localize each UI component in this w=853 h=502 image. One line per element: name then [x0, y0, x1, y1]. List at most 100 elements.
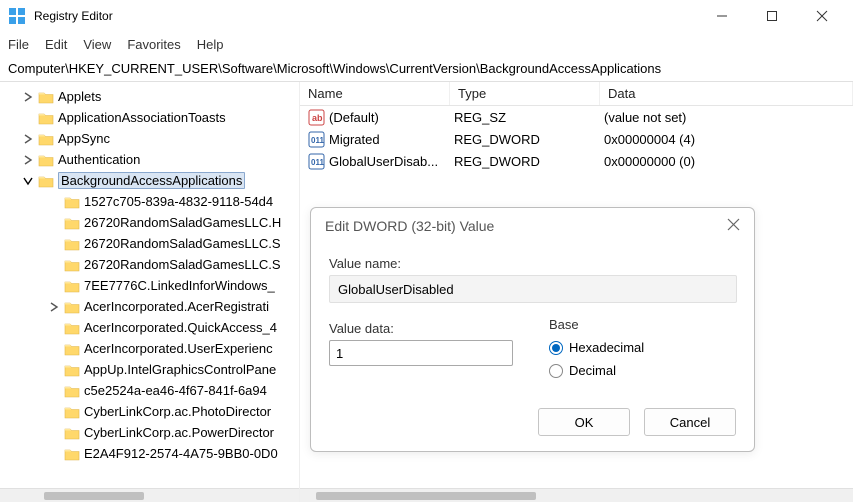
value-name: (Default) [329, 110, 379, 125]
menu-view[interactable]: View [83, 37, 111, 52]
list-row[interactable]: 011 Migrated REG_DWORD0x00000004 (4) [300, 128, 853, 150]
tree-item[interactable]: AcerIncorporated.AcerRegistrati [8, 296, 299, 317]
folder-icon [64, 300, 80, 314]
maximize-button[interactable] [765, 9, 779, 23]
scrollbar-horizontal[interactable] [0, 488, 299, 502]
ok-button[interactable]: OK [538, 408, 630, 436]
tree-item-label: BackgroundAccessApplications [58, 172, 245, 189]
tree-item[interactable]: CyberLinkCorp.ac.PowerDirector [8, 422, 299, 443]
svg-text:ab: ab [312, 113, 323, 123]
tree-pane[interactable]: Applets ApplicationAssociationToasts AppSy… [0, 82, 300, 502]
app-icon [8, 7, 26, 25]
radio-hexadecimal[interactable]: Hexadecimal [549, 340, 644, 355]
window-title: Registry Editor [34, 9, 113, 23]
col-type[interactable]: Type [450, 82, 600, 105]
dialog-title: Edit DWORD (32-bit) Value [325, 218, 494, 234]
tree-item[interactable]: 26720RandomSaladGamesLLC.S [8, 233, 299, 254]
list-header: Name Type Data [300, 82, 853, 106]
tree-item[interactable]: 26720RandomSaladGamesLLC.S [8, 254, 299, 275]
tree-item[interactable]: Applets [8, 86, 299, 107]
scroll-thumb[interactable] [44, 492, 144, 500]
address-bar[interactable]: Computer\HKEY_CURRENT_USER\Software\Micr… [0, 56, 853, 82]
tree-item[interactable]: AcerIncorporated.UserExperienc [8, 338, 299, 359]
list-row[interactable]: 011GlobalUserDisab...REG_DWORD0x00000000… [300, 150, 853, 172]
dialog-close-button[interactable] [727, 218, 740, 234]
folder-icon [38, 111, 54, 125]
value-data-input[interactable] [329, 340, 513, 366]
value-name-field: GlobalUserDisabled [329, 275, 737, 303]
tree-item[interactable]: AppUp.IntelGraphicsControlPane [8, 359, 299, 380]
chevron-right-icon[interactable] [22, 133, 34, 145]
folder-icon [64, 342, 80, 356]
value-name: Migrated [329, 132, 380, 147]
edit-dword-dialog: Edit DWORD (32-bit) Value Value name: Gl… [310, 207, 755, 452]
tree-item-label: 26720RandomSaladGamesLLC.S [84, 257, 281, 272]
tree-item[interactable]: 7EE7776C.LinkedInforWindows_ [8, 275, 299, 296]
chevron-down-icon[interactable] [22, 175, 34, 187]
tree-item-label: 26720RandomSaladGamesLLC.S [84, 236, 281, 251]
tree-item-label: c5e2524a-ea46-4f67-841f-6a94 [84, 383, 267, 398]
tree-item[interactable]: Authentication [8, 149, 299, 170]
folder-icon [64, 363, 80, 377]
tree-item-label: E2A4F912-2574-4A75-9BB0-0D0 [84, 446, 278, 461]
list-scroll-thumb[interactable] [316, 492, 536, 500]
tree-item-label: Authentication [58, 152, 140, 167]
folder-icon [64, 258, 80, 272]
dword-value-icon: 011 [308, 153, 325, 170]
value-data: 0x00000000 (0) [600, 154, 853, 169]
close-button[interactable] [815, 9, 829, 23]
tree-item[interactable]: E2A4F912-2574-4A75-9BB0-0D0 [8, 443, 299, 464]
tree-item-label: AppUp.IntelGraphicsControlPane [84, 362, 276, 377]
tree-item[interactable]: CyberLinkCorp.ac.PhotoDirector [8, 401, 299, 422]
base-label: Base [549, 317, 644, 332]
tree-item-label: 7EE7776C.LinkedInforWindows_ [84, 278, 275, 293]
tree-item[interactable]: AcerIncorporated.QuickAccess_4 [8, 317, 299, 338]
tree-item-label: 1527c705-839a-4832-9118-54d4 [84, 194, 273, 209]
menu-edit[interactable]: Edit [45, 37, 67, 52]
window-title-bar: Registry Editor [0, 0, 853, 32]
tree-item[interactable]: ApplicationAssociationToasts [8, 107, 299, 128]
string-value-icon: ab [308, 109, 325, 126]
menu-bar: File Edit View Favorites Help [0, 32, 853, 56]
folder-icon [64, 216, 80, 230]
tree-item[interactable]: 26720RandomSaladGamesLLC.H [8, 212, 299, 233]
minimize-button[interactable] [715, 9, 729, 23]
svg-text:011: 011 [311, 158, 324, 167]
tree-item-label: ApplicationAssociationToasts [58, 110, 226, 125]
value-name-label: Value name: [329, 256, 736, 271]
folder-icon [38, 90, 54, 104]
chevron-right-icon[interactable] [22, 91, 34, 103]
value-data: 0x00000004 (4) [600, 132, 853, 147]
tree-item[interactable]: c5e2524a-ea46-4f67-841f-6a94 [8, 380, 299, 401]
tree-item-label: AcerIncorporated.QuickAccess_4 [84, 320, 277, 335]
chevron-right-icon[interactable] [48, 301, 60, 313]
tree-item-label: AppSync [58, 131, 110, 146]
col-name[interactable]: Name [300, 82, 450, 105]
dword-value-icon: 011 [308, 131, 325, 148]
menu-favorites[interactable]: Favorites [127, 37, 180, 52]
tree-item-label: CyberLinkCorp.ac.PowerDirector [84, 425, 274, 440]
menu-help[interactable]: Help [197, 37, 224, 52]
tree-item[interactable]: BackgroundAccessApplications [8, 170, 299, 191]
menu-file[interactable]: File [8, 37, 29, 52]
list-scrollbar-horizontal[interactable] [300, 488, 853, 502]
folder-icon [64, 321, 80, 335]
col-data[interactable]: Data [600, 82, 853, 105]
radio-off-icon [549, 364, 563, 378]
tree-item-label: Applets [58, 89, 101, 104]
value-type: REG_DWORD [450, 132, 600, 147]
folder-icon [64, 426, 80, 440]
folder-icon [64, 384, 80, 398]
cancel-button[interactable]: Cancel [644, 408, 736, 436]
folder-icon [64, 195, 80, 209]
svg-text:011: 011 [311, 136, 324, 145]
radio-decimal[interactable]: Decimal [549, 363, 644, 378]
chevron-right-icon[interactable] [22, 154, 34, 166]
tree-item[interactable]: 1527c705-839a-4832-9118-54d4 [8, 191, 299, 212]
tree-item-label: CyberLinkCorp.ac.PhotoDirector [84, 404, 271, 419]
value-data: (value not set) [600, 110, 853, 125]
list-row[interactable]: ab(Default)REG_SZ(value not set) [300, 106, 853, 128]
folder-icon [38, 132, 54, 146]
tree-item[interactable]: AppSync [8, 128, 299, 149]
value-name: GlobalUserDisab... [329, 154, 438, 169]
